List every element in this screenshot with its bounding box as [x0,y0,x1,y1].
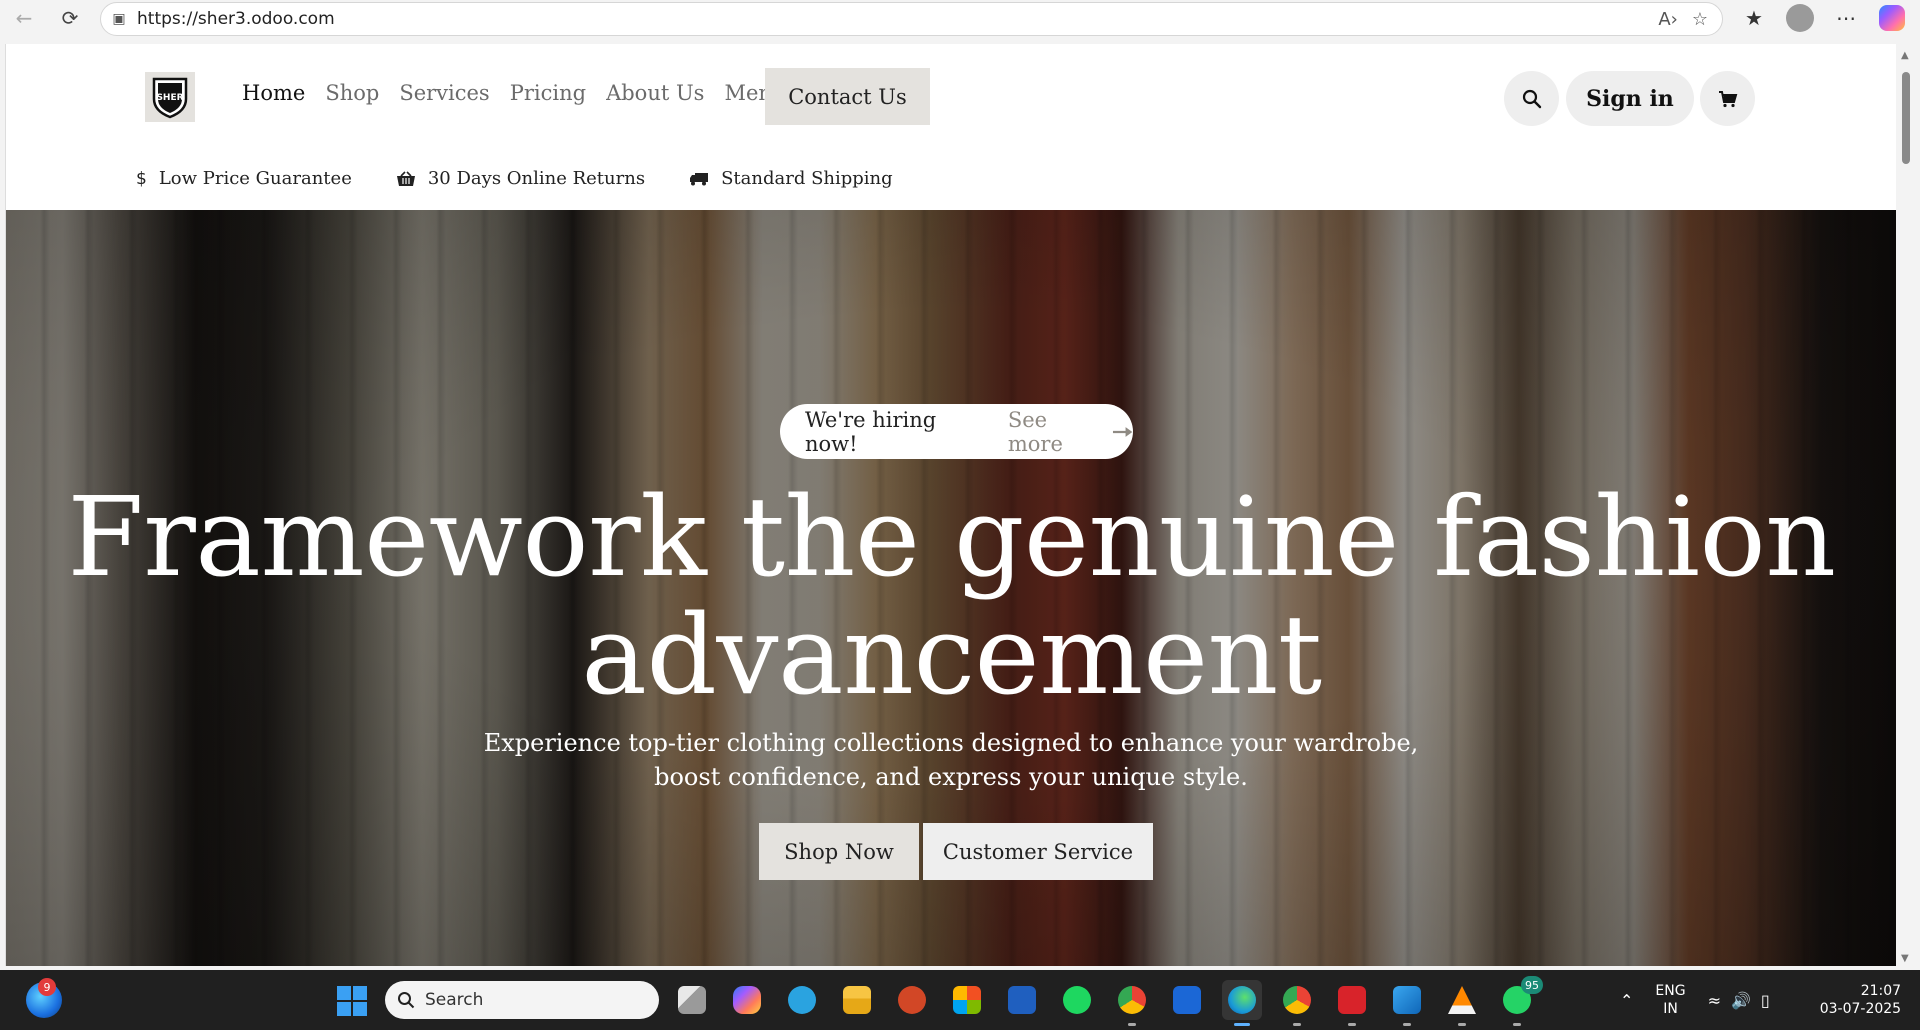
lang-code: ENG [1655,983,1686,999]
hero-buttons: Shop Now Customer Service [759,823,1153,880]
see-more-link[interactable]: See more [1008,408,1133,456]
hiring-text: We're hiring now! [805,407,937,456]
read-aloud-icon[interactable]: A› [1658,9,1678,30]
headline-line-2: advancement [581,591,1322,719]
profile-avatar[interactable] [1784,2,1816,34]
nav-home[interactable]: Home [242,81,305,105]
hiring-banner[interactable]: We're hiring now! See more [780,404,1133,459]
vlc-icon[interactable] [1442,980,1482,1026]
search-button[interactable] [1504,71,1559,126]
clock-time: 21:07 [1860,983,1902,999]
feature-label: Low Price Guarantee [158,168,352,189]
scroll-up-icon[interactable]: ▲ [1901,50,1909,61]
hero-headline: Framework the genuine fashion advancemen… [6,478,1896,714]
address-bar[interactable]: ▣ https://sher3.odoo.com A› ☆ [100,2,1723,36]
acrobat-icon[interactable] [1332,980,1372,1026]
refresh-icon[interactable]: ⟳ [52,0,88,36]
basket-icon [396,170,416,187]
hero-subtitle: Experience top-tier clothing collections… [451,726,1451,794]
more-options-icon[interactable]: ⋯ [1830,2,1862,34]
shop-now-button[interactable]: Shop Now [759,823,919,880]
headline-line-1: Framework the genuine fashion [67,473,1836,601]
dollar-icon: $ [136,168,147,189]
clock[interactable]: 21:07 03-07-2025 [1820,982,1901,1018]
edge-icon[interactable] [1222,980,1262,1026]
copilot-app-icon[interactable] [727,980,767,1020]
taskbar: 9 Search 95 ⌃ ENG IN ≈ 🔊 ▯ 21:07 03-07-2… [0,970,1920,1030]
taskbar-search[interactable]: Search [385,981,659,1019]
search-placeholder: Search [425,990,484,1010]
nav-about-us[interactable]: About Us [606,81,704,105]
site-logo[interactable]: SHER [145,72,195,122]
scroll-thumb[interactable] [1902,72,1910,164]
favorite-star-icon[interactable]: ☆ [1692,9,1708,30]
mailbird-icon[interactable] [1167,980,1207,1020]
see-more-label: See more [1007,407,1063,456]
start-button[interactable] [337,986,367,1016]
scroll-down-icon[interactable]: ▼ [1901,953,1909,964]
powerpoint-icon[interactable] [892,980,932,1020]
devhome-icon[interactable] [1002,980,1042,1020]
file-explorer-icon[interactable] [837,980,877,1020]
chrome-icon[interactable] [1112,980,1152,1026]
browser-toolbar: ← ⟳ ▣ https://sher3.odoo.com A› ☆ ★ ⋯ [0,0,1920,36]
main-nav: Home Shop Services Pricing About Us Menu [242,81,785,105]
url-text[interactable]: https://sher3.odoo.com [137,9,335,29]
task-view-icon[interactable] [672,980,712,1020]
whatsapp-badge: 95 [1521,976,1543,994]
feature-label: Standard Shipping [721,168,893,189]
shield-logo-icon: SHER [152,77,188,119]
search-icon [398,992,415,1009]
subtitle-line-1: Experience top-tier clothing collections… [483,729,1419,757]
lang-region: IN [1663,1001,1678,1017]
wifi-icon: ≈ [1707,990,1721,1010]
cart-button[interactable] [1700,71,1755,126]
copilot-icon[interactable] [1876,2,1908,34]
quick-settings[interactable]: ≈ 🔊 ▯ [1708,991,1770,1010]
language-indicator[interactable]: ENG IN [1655,982,1685,1018]
whatsapp-icon[interactable]: 95 [1497,976,1543,1026]
web-page: SHER Home Shop Services Pricing About Us… [5,44,1896,966]
back-arrow-icon[interactable]: ← [6,0,42,36]
feature-low-price: $ Low Price Guarantee [136,168,352,189]
telegram-icon[interactable] [782,980,822,1020]
battery-icon: ▯ [1760,990,1770,1010]
customer-service-button[interactable]: Customer Service [923,823,1153,880]
chevron-up-icon[interactable]: ⌃ [1620,991,1633,1010]
site-info-icon[interactable]: ▣ [101,11,137,27]
search-icon [1522,89,1541,108]
subtitle-line-2: boost confidence, and express your uniqu… [654,763,1248,791]
volume-icon: 🔊 [1730,990,1751,1010]
nav-pricing[interactable]: Pricing [510,81,586,105]
clock-date: 03-07-2025 [1819,1001,1902,1017]
nav-shop[interactable]: Shop [325,81,379,105]
vscode-icon[interactable] [1387,980,1427,1026]
feature-label: 30 Days Online Returns [427,168,646,189]
sign-in-button[interactable]: Sign in [1566,71,1694,126]
system-tray: ⌃ ENG IN ≈ 🔊 ▯ 21:07 03-07-2025 [1620,970,1901,1030]
widgets-badge: 9 [38,978,56,996]
feature-strip: $ Low Price Guarantee 30 Days Online Ret… [136,168,893,189]
svg-text:SHER: SHER [156,93,183,103]
contact-us-button[interactable]: Contact Us [765,68,930,125]
nav-services[interactable]: Services [399,81,489,105]
hero-section: We're hiring now! See more Framework the… [6,210,1896,966]
truck-icon [689,172,709,186]
arrow-right-icon [1112,426,1133,437]
microsoft-store-icon[interactable] [947,980,987,1020]
spotify-icon[interactable] [1057,980,1097,1020]
feature-returns: 30 Days Online Returns [396,168,645,189]
cart-icon [1718,90,1737,107]
site-header: SHER Home Shop Services Pricing About Us… [6,44,1896,210]
feature-shipping: Standard Shipping [689,168,893,189]
favorites-icon[interactable]: ★ [1738,2,1770,34]
taskbar-apps: 95 [672,970,1543,1030]
chrome-profile-icon[interactable] [1277,980,1317,1026]
page-scrollbar[interactable]: ▲ ▼ [1896,44,1916,966]
